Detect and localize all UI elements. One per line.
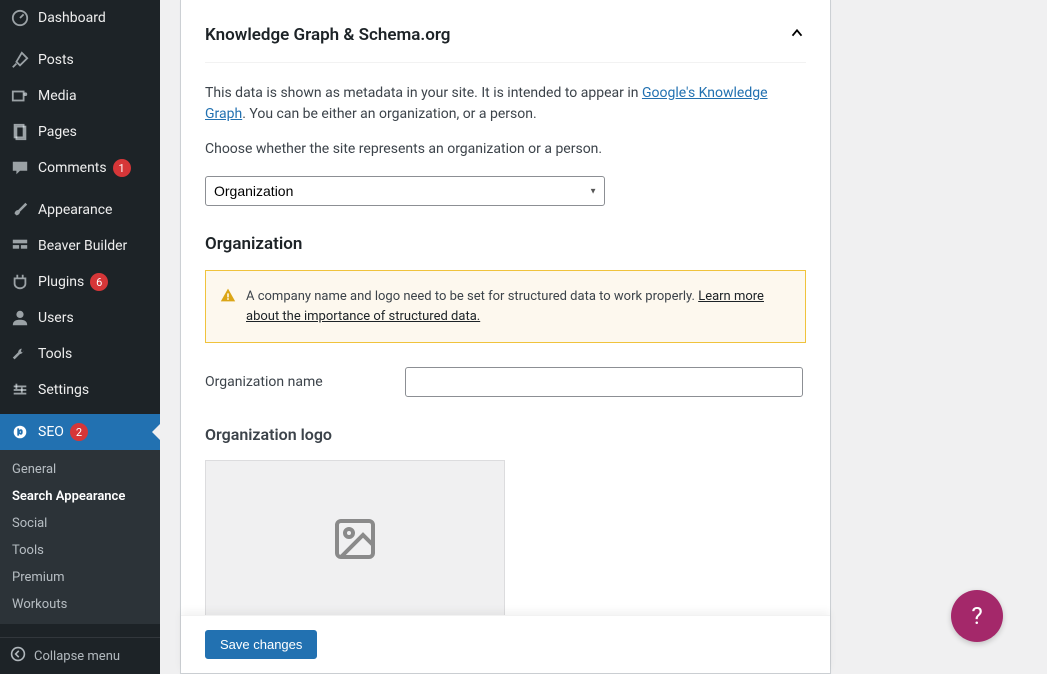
comment-icon [10,158,30,178]
page-icon [10,122,30,142]
sub-item-social[interactable]: Social [0,510,160,537]
sidebar-item-pages[interactable]: Pages [0,114,160,150]
sidebar-item-beaver-builder[interactable]: Beaver Builder [0,228,160,264]
sidebar-item-label: Users [38,310,74,326]
seo-badge: 2 [70,423,88,441]
sidebar-item-tools[interactable]: Tools [0,336,160,372]
entity-type-select-wrap: Organization [205,176,605,206]
sidebar-item-label: SEO [38,424,64,440]
panel-header[interactable]: Knowledge Graph & Schema.org [205,24,806,63]
organization-name-input[interactable] [405,367,803,397]
choose-text: Choose whether the site represents an or… [205,139,806,160]
help-fab-button[interactable]: ? [951,590,1003,642]
sidebar-item-label: Dashboard [38,10,106,26]
sub-item-general[interactable]: General [0,456,160,483]
admin-sidebar: Dashboard Posts Media Pages Comments 1 A… [0,0,160,674]
beaver-icon [10,236,30,256]
plugin-icon [10,272,30,292]
collapse-label: Collapse menu [34,649,120,664]
sidebar-item-label: Plugins [38,274,84,290]
sidebar-item-posts[interactable]: Posts [0,42,160,78]
settings-icon [10,380,30,400]
media-icon [10,86,30,106]
save-changes-button[interactable]: Save changes [205,630,317,659]
sidebar-item-settings[interactable]: Settings [0,372,160,408]
sidebar-item-label: Posts [38,52,74,68]
sidebar-item-media[interactable]: Media [0,78,160,114]
seo-icon [10,422,30,442]
sub-item-search-appearance[interactable]: Search Appearance [0,483,160,510]
organization-logo-uploader[interactable] [205,460,505,622]
sub-item-tools[interactable]: Tools [0,537,160,564]
main-content: Knowledge Graph & Schema.org This data i… [160,0,1047,674]
sidebar-item-seo[interactable]: SEO 2 [0,414,160,450]
help-icon: ? [971,602,982,630]
sidebar-item-appearance[interactable]: Appearance [0,192,160,228]
user-icon [10,308,30,328]
sidebar-item-label: Pages [38,124,77,140]
warning-icon [220,287,236,310]
sidebar-item-dashboard[interactable]: Dashboard [0,0,160,36]
plugins-badge: 6 [90,273,108,291]
sidebar-item-label: Settings [38,382,89,398]
sidebar-item-label: Media [38,88,77,104]
description-text: This data is shown as metadata in your s… [205,83,806,125]
organization-logo-label: Organization logo [205,425,806,444]
sub-item-premium[interactable]: Premium [0,564,160,591]
brush-icon [10,200,30,220]
panel-title: Knowledge Graph & Schema.org [205,25,450,45]
sidebar-item-comments[interactable]: Comments 1 [0,150,160,186]
collapse-menu-button[interactable]: Collapse menu [0,637,160,674]
seo-submenu: General Search Appearance Social Tools P… [0,450,160,624]
entity-type-select[interactable]: Organization [205,176,605,206]
sidebar-item-plugins[interactable]: Plugins 6 [0,264,160,300]
sidebar-item-users[interactable]: Users [0,300,160,336]
organization-heading: Organization [205,234,806,254]
tool-icon [10,344,30,364]
organization-name-label: Organization name [205,374,405,390]
organization-name-row: Organization name [205,367,806,397]
sidebar-item-label: Beaver Builder [38,238,127,254]
image-placeholder-icon [331,515,379,567]
dashboard-icon [10,8,30,28]
pin-icon [10,50,30,70]
sidebar-item-label: Tools [38,346,72,362]
chevron-up-icon[interactable] [788,24,806,46]
sidebar-item-label: Appearance [38,202,112,218]
structured-data-warning: A company name and logo need to be set f… [205,270,806,343]
collapse-icon [10,646,26,666]
comments-badge: 1 [113,159,131,177]
knowledge-graph-panel: Knowledge Graph & Schema.org This data i… [180,0,831,674]
sidebar-item-label: Comments [38,160,107,176]
sub-item-workouts[interactable]: Workouts [0,591,160,618]
save-bar: Save changes [181,615,830,673]
